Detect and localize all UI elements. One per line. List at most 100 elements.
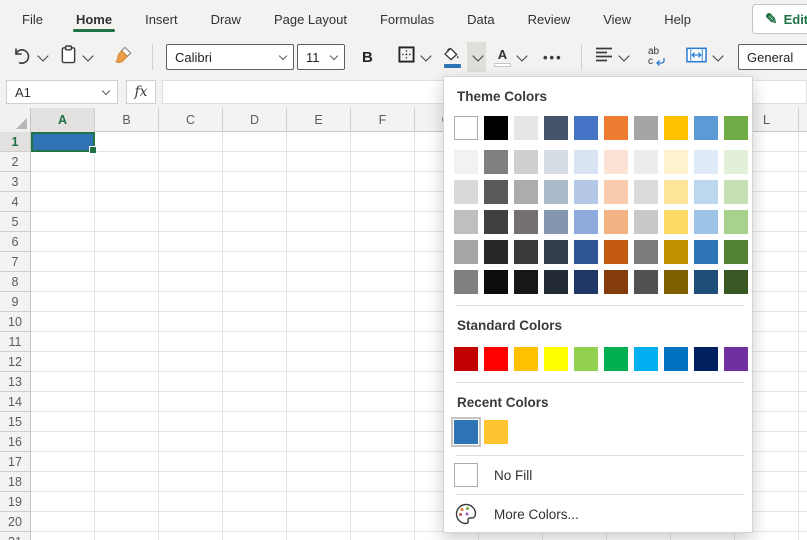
row-header-16[interactable]: 16 [0,432,30,452]
color-swatch[interactable] [664,210,688,234]
color-swatch[interactable] [724,347,748,371]
fill-color-dropdown-open[interactable] [467,42,486,72]
color-swatch[interactable] [544,180,568,204]
color-swatch[interactable] [514,116,538,140]
color-swatch[interactable] [574,180,598,204]
format-painter-button[interactable] [114,38,133,76]
tab-home[interactable]: Home [76,2,112,37]
color-swatch[interactable] [724,210,748,234]
color-swatch[interactable] [694,240,718,264]
color-swatch[interactable] [664,347,688,371]
color-swatch[interactable] [604,180,628,204]
color-swatch[interactable] [544,210,568,234]
color-swatch[interactable] [454,180,478,204]
color-swatch[interactable] [664,150,688,174]
tab-view[interactable]: View [603,2,631,37]
chevron-down-icon[interactable] [420,50,431,61]
color-swatch[interactable] [604,347,628,371]
fill-handle[interactable] [89,146,97,154]
wrap-text-button[interactable]: ab c [648,38,666,76]
color-swatch[interactable] [694,150,718,174]
chevron-down-icon[interactable] [82,50,93,61]
color-swatch[interactable] [724,180,748,204]
borders-button[interactable] [398,38,430,76]
tab-help[interactable]: Help [664,2,691,37]
color-swatch[interactable] [484,150,508,174]
tab-insert[interactable]: Insert [145,2,178,37]
color-swatch[interactable] [574,347,598,371]
row-header-13[interactable]: 13 [0,372,30,392]
font-size-select[interactable]: 11 [297,44,345,70]
chevron-down-icon[interactable] [618,50,629,61]
color-swatch[interactable] [484,116,508,140]
color-swatch[interactable] [574,150,598,174]
color-swatch[interactable] [634,210,658,234]
fill-color-button[interactable] [441,38,486,76]
color-swatch[interactable] [454,116,478,140]
color-swatch[interactable] [634,270,658,294]
color-swatch[interactable] [484,420,508,444]
font-color-button[interactable]: A [494,38,526,76]
color-swatch[interactable] [544,347,568,371]
color-swatch[interactable] [664,240,688,264]
select-all-corner[interactable] [0,108,31,132]
color-swatch[interactable] [634,240,658,264]
number-format-select[interactable]: General [738,44,807,70]
color-swatch[interactable] [694,180,718,204]
color-swatch[interactable] [454,420,478,444]
color-swatch[interactable] [634,116,658,140]
color-swatch[interactable] [574,270,598,294]
color-swatch[interactable] [604,270,628,294]
color-swatch[interactable] [574,210,598,234]
row-header-18[interactable]: 18 [0,472,30,492]
row-header-20[interactable]: 20 [0,512,30,532]
undo-button[interactable] [12,38,47,76]
color-swatch[interactable] [454,240,478,264]
editing-mode-button[interactable]: ✎ Editing [752,4,807,34]
column-header-F[interactable]: F [351,108,415,132]
color-swatch[interactable] [604,116,628,140]
color-swatch[interactable] [694,116,718,140]
row-header-2[interactable]: 2 [0,152,30,172]
chevron-down-icon[interactable] [712,50,723,61]
color-swatch[interactable] [454,210,478,234]
column-header-B[interactable]: B [95,108,159,132]
color-swatch[interactable] [604,240,628,264]
color-swatch[interactable] [724,150,748,174]
tab-review[interactable]: Review [528,2,571,37]
color-swatch[interactable] [574,116,598,140]
row-header-11[interactable]: 11 [0,332,30,352]
color-swatch[interactable] [454,150,478,174]
column-header-E[interactable]: E [287,108,351,132]
row-header-4[interactable]: 4 [0,192,30,212]
row-header-21[interactable]: 21 [0,532,30,540]
color-swatch[interactable] [664,116,688,140]
color-swatch[interactable] [544,116,568,140]
merge-cells-button[interactable] [686,38,722,76]
color-swatch[interactable] [484,347,508,371]
color-swatch[interactable] [724,116,748,140]
color-swatch[interactable] [724,270,748,294]
font-name-select[interactable]: Calibri [166,44,294,70]
tab-formulas[interactable]: Formulas [380,2,434,37]
color-swatch[interactable] [664,180,688,204]
color-swatch[interactable] [544,150,568,174]
chevron-down-icon[interactable] [516,50,527,61]
tab-file[interactable]: File [22,2,43,37]
color-swatch[interactable] [514,210,538,234]
more-font-options-button[interactable]: ••• [543,38,563,76]
insert-function-button[interactable]: fx [126,80,156,104]
color-swatch[interactable] [454,347,478,371]
paste-button[interactable] [60,38,92,76]
row-header-3[interactable]: 3 [0,172,30,192]
color-swatch[interactable] [514,347,538,371]
row-header-17[interactable]: 17 [0,452,30,472]
row-header-6[interactable]: 6 [0,232,30,252]
row-header-1[interactable]: 1 [0,132,30,152]
row-header-10[interactable]: 10 [0,312,30,332]
tab-data[interactable]: Data [467,2,494,37]
color-swatch[interactable] [514,240,538,264]
color-swatch[interactable] [694,210,718,234]
color-swatch[interactable] [604,150,628,174]
color-swatch[interactable] [484,270,508,294]
